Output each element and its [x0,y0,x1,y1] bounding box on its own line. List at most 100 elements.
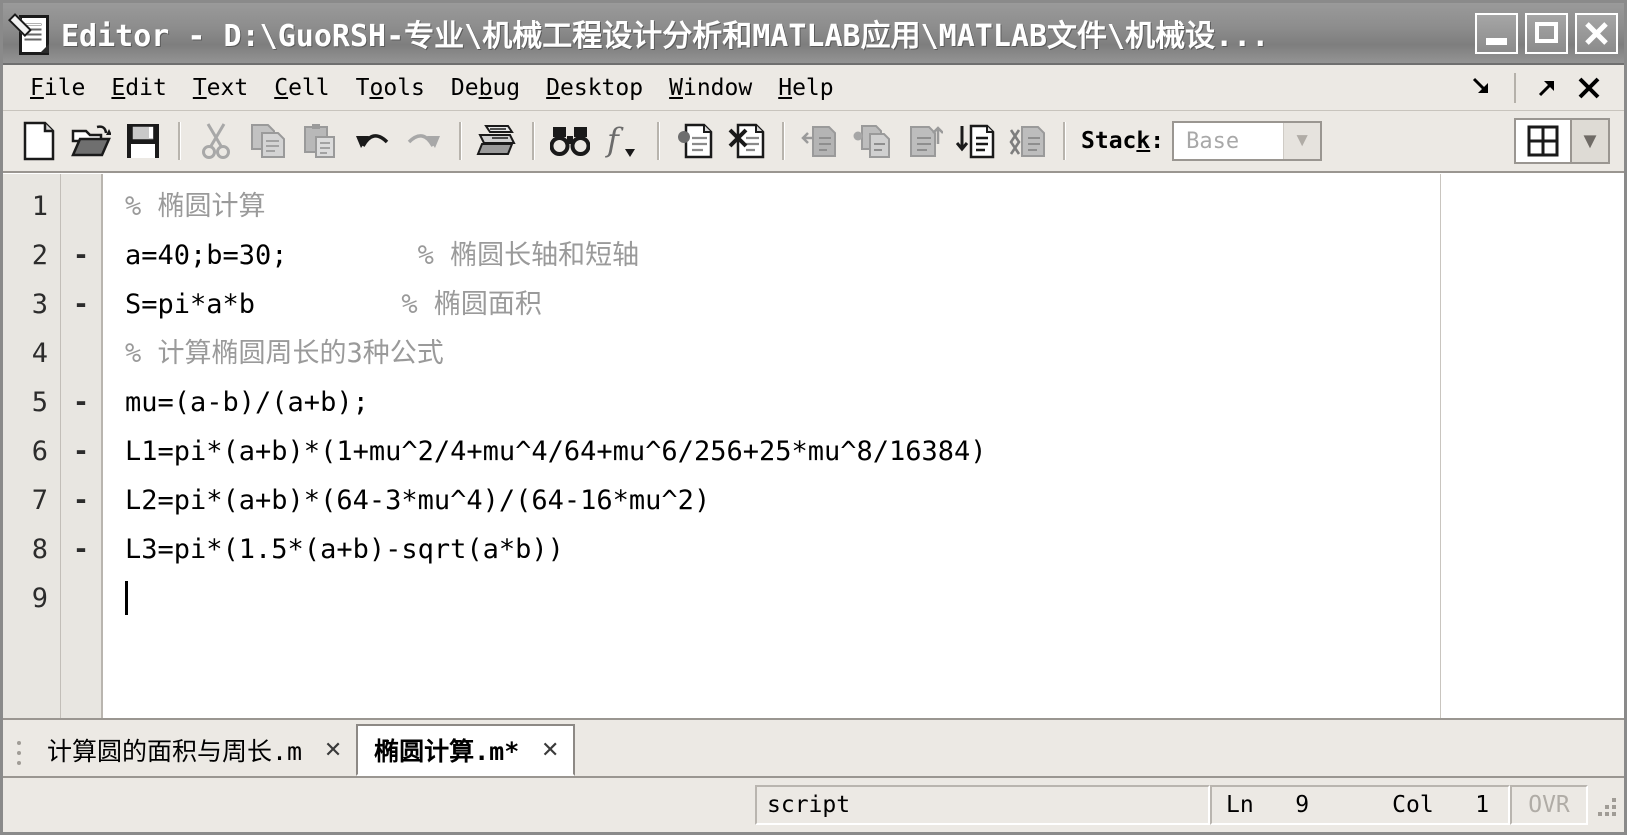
menu-help[interactable]: Help [765,72,846,104]
resize-grip[interactable] [1592,792,1618,818]
breakpoint-marker[interactable]: - [61,427,101,476]
function-browser-button[interactable]: f [596,116,648,166]
line-number: 7 [31,485,48,516]
redo-button [398,116,450,166]
find-button[interactable] [544,116,596,166]
stack-value: Base [1186,128,1240,154]
panel-controls [1462,68,1624,108]
toolbar-separator-1 [178,122,181,160]
line-number: 6 [31,436,48,467]
maximize-button[interactable] [1525,12,1568,54]
toolbar-separator-5 [782,122,785,160]
document-tab[interactable]: 计算圆的面积与周长.m ✕ [31,724,357,776]
clear-breakpoints-button[interactable] [721,116,773,166]
stack-dropdown[interactable]: Base ▼ [1172,121,1323,161]
document-tab-label: 椭圆计算.m* [374,737,520,766]
code-statement: S=pi*a*b [125,289,402,320]
menu-debug[interactable]: Debug [438,72,533,104]
menu-desktop[interactable]: Desktop [533,72,656,104]
breakpoint-marker[interactable] [61,574,101,623]
menu-bar: File Edit Text Cell Tools Debug Desktop … [3,65,1624,111]
code-statement: L1=pi*(a+b)*(1+mu^2/4+mu^4/64+mu^6/256+2… [125,436,987,467]
svg-text:f: f [605,121,624,159]
toolbar-separator-4 [657,122,660,160]
tile-layout-dropdown[interactable]: ▼ [1570,118,1610,164]
tile-layout-button[interactable] [1514,118,1570,164]
code-statement: L2=pi*(a+b)*(64-3*mu^4)/(64-16*mu^2) [125,485,711,516]
new-file-button[interactable] [13,116,65,166]
tab-close-icon[interactable]: ✕ [316,732,350,768]
minimize-button[interactable] [1475,12,1518,54]
toolbar-right-group: ▼ [1514,118,1624,164]
code-statement: mu=(a-b)/(a+b); [125,387,369,418]
line-number: 4 [31,338,48,369]
line-number: 8 [31,534,48,565]
document-tab[interactable]: 椭圆计算.m* ✕ [356,724,576,776]
file-type-status: script [755,785,1210,825]
code-comment: % 计算椭圆周长的3种公式 [125,338,444,369]
toolbar-separator-2 [459,122,462,160]
menu-window[interactable]: Window [656,72,765,104]
document-tab-label: 计算圆的面积与周长.m [47,737,303,766]
breakpoint-marker[interactable]: - [61,280,101,329]
copy-button [242,116,294,166]
code-line: L1=pi*(a+b)*(1+mu^2/4+mu^4/64+mu^6/256+2… [103,427,1624,476]
code-line: % 椭圆计算 [103,182,1624,231]
menu-text[interactable]: Text [180,72,261,104]
status-bar: script Ln 9 Col 1 OVR [3,776,1624,832]
undock-arrow-icon[interactable] [1526,68,1568,108]
set-breakpoint-button[interactable] [669,116,721,166]
code-text-area[interactable]: % 椭圆计算 a=40;b=30; % 椭圆长轴和短轴 S=pi*a*b % 椭圆面… [103,174,1624,718]
document-pencil-icon [7,11,51,55]
document-tab-bar: 计算圆的面积与周长.m ✕ 椭圆计算.m* ✕ [3,718,1624,776]
line-number-gutter: 1 2 3 4 5 6 7 8 9 [3,174,61,718]
close-panel-icon[interactable] [1568,68,1610,108]
code-line: mu=(a-b)/(a+b); [103,378,1624,427]
line-number: 1 [31,191,48,222]
menu-cell[interactable]: Cell [261,72,342,104]
toolbar-separator-6 [1063,122,1066,160]
breakpoint-gutter[interactable]: ------ [61,174,103,718]
text-limit-guide [1440,174,1441,718]
menu-tools[interactable]: Tools [343,72,438,104]
panel-controls-separator [1514,72,1516,103]
breakpoint-marker[interactable]: - [61,378,101,427]
undo-button[interactable] [346,116,398,166]
step-out-button [898,116,950,166]
editor-window: Editor - D:\GuoRSH-专业\机械工程设计分析和MATLAB应用\… [0,0,1627,835]
breakpoint-marker[interactable]: - [61,231,101,280]
cut-button [190,116,242,166]
code-editor[interactable]: 123456789 ------ % 椭圆计算 a=40;b=30; % 椭圆长轴… [3,173,1624,718]
line-number: 9 [31,583,48,614]
save-file-button[interactable] [117,116,169,166]
close-button[interactable] [1575,12,1618,54]
code-comment: % 椭圆长轴和短轴 [417,240,640,271]
tab-bar-drag-handle[interactable] [11,730,27,776]
toolbar: f Stack: Base ▼ ▼ [3,111,1624,173]
code-statement: L3=pi*(1.5*(a+b)-sqrt(a*b)) [125,534,564,565]
text-cursor [125,581,128,615]
toolbar-separator-3 [532,122,535,160]
exit-debug-button [1002,116,1054,166]
line-number: 3 [31,289,48,320]
continue-button[interactable] [950,116,1002,166]
line-number: 5 [31,387,48,418]
code-line: S=pi*a*b % 椭圆面积 [103,280,1624,329]
window-title: Editor - D:\GuoRSH-专业\机械工程设计分析和MATLAB应用\… [61,19,1270,54]
code-line: a=40;b=30; % 椭圆长轴和短轴 [103,231,1624,280]
breakpoint-marker[interactable] [61,182,101,231]
menu-file[interactable]: File [17,72,98,104]
print-button[interactable] [471,116,523,166]
step-button [794,116,846,166]
breakpoint-marker[interactable]: - [61,476,101,525]
code-comment: % 椭圆计算 [125,191,266,222]
overwrite-mode-status: OVR [1510,785,1588,825]
menu-edit[interactable]: Edit [98,72,179,104]
line-number: 2 [31,240,48,271]
breakpoint-marker[interactable] [61,329,101,378]
dock-arrow-icon[interactable] [1462,68,1504,108]
breakpoint-marker[interactable]: - [61,525,101,574]
tab-close-icon[interactable]: ✕ [533,732,567,768]
open-file-button[interactable] [65,116,117,166]
title-bar: Editor - D:\GuoRSH-专业\机械工程设计分析和MATLAB应用\… [3,3,1624,65]
